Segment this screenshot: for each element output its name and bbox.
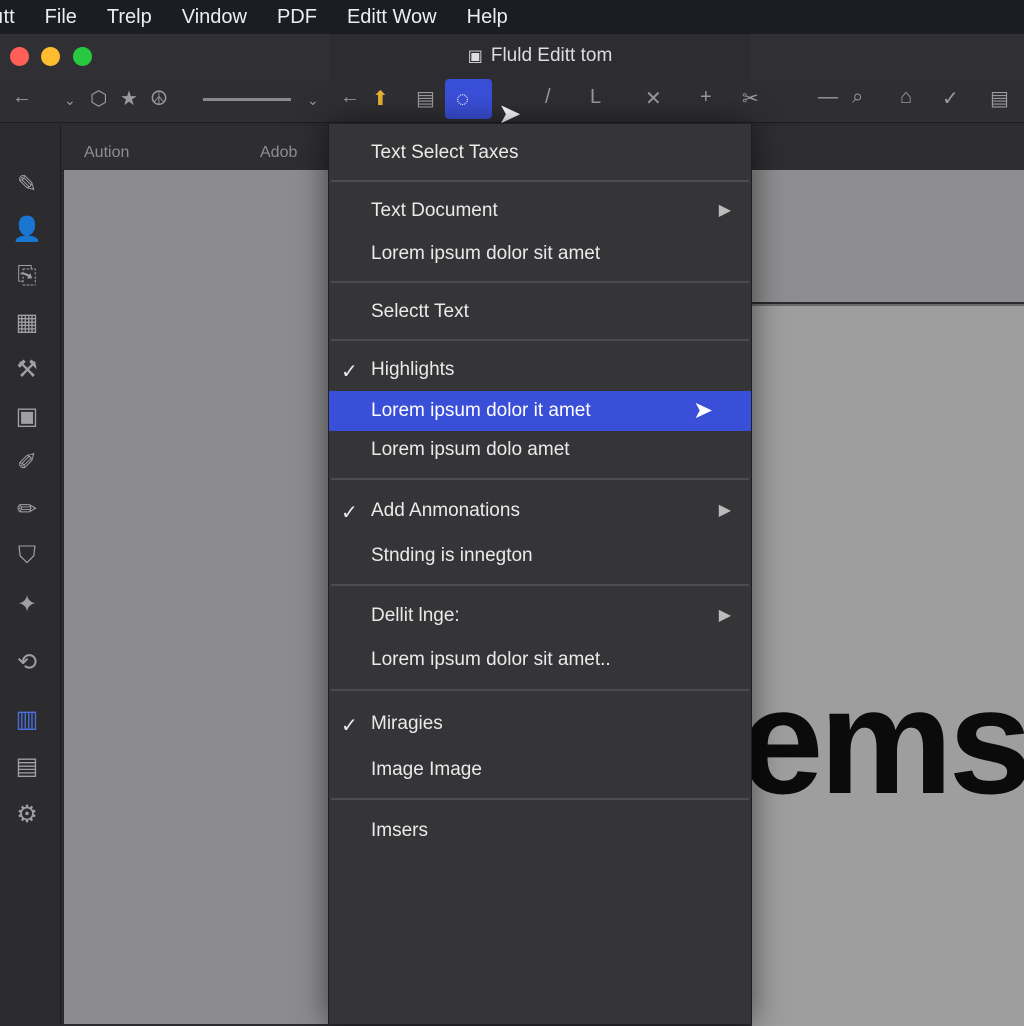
menu-separator [331,180,749,182]
menu-window[interactable]: Vindow [182,6,247,29]
menu-separator [331,339,749,341]
menu-pdf[interactable]: PDF [277,6,317,29]
document-heading-text: ems [740,657,1024,825]
star-tool-icon[interactable]: ★ [120,86,138,111]
menu-item-label: Text Document [371,200,498,221]
columns-icon[interactable]: ▥ [12,705,42,735]
note-icon[interactable]: ▤ [990,86,1009,111]
comment-icon[interactable]: ▤ [416,86,435,111]
document-canvas-left [64,170,330,1024]
submenu-arrow-icon: ▶ [718,502,731,519]
line-tool-icon[interactable]: / [545,86,551,109]
menu-trelp[interactable]: Trelp [107,6,152,29]
grid-icon[interactable]: ▦ [12,308,42,338]
pencil-icon[interactable]: ✏ [12,495,42,525]
menu-file[interactable]: File [45,6,77,29]
menu-help[interactable]: Help [467,6,508,29]
menu-item-label: Lorem ipsum dolor it amet [371,400,591,421]
plus-tool-icon[interactable]: + [700,86,712,109]
menu-item-label: Text Select Taxes [371,142,519,163]
lasso-select-tool-button[interactable]: ◌ [445,79,492,119]
upload-icon[interactable]: ⬆ [372,86,389,111]
minus-icon[interactable]: — [818,86,838,109]
menu-item-label: Image Image [371,759,482,780]
menu-edit-view[interactable]: Editt Wow [347,6,437,29]
peace-tool-icon[interactable]: ☮ [150,86,168,111]
briefcase-icon: ▣ [467,48,483,65]
minimize-window-button[interactable] [41,47,60,66]
back-arrow-icon[interactable]: ← [12,86,32,109]
ruler-right-label: Adob [260,144,298,161]
checkmark-icon: ✓ [341,715,358,737]
menu-separator [331,798,749,800]
back-arrow-icon[interactable]: ← [340,86,360,109]
menu-item-label: Add Anmonations [371,500,520,521]
menu-item-label: Selectt Text [371,301,469,322]
dropdown-header: ▣ Fluld Editt tom [330,34,750,78]
submenu-arrow-icon: ▶ [718,607,731,624]
checkmark-icon: ✓ [341,361,358,383]
menu-item-label: Lorem ipsum dolor sit amet [371,243,601,264]
lasso-icon: ◌ [456,86,470,111]
menu-item-label: Stnding is innegton [371,545,533,566]
context-menu: Text Select Taxes Text Document ▶ Lorem … [328,124,752,1024]
menu-app[interactable]: ıtt [0,6,15,29]
mouse-cursor-icon: ➤ [693,397,714,424]
menu-item-label: Imsers [371,820,428,841]
tools-panel [0,126,61,1024]
submenu-arrow-icon: ▶ [718,202,731,219]
hammer-icon[interactable]: ⚒ [12,355,42,385]
brush-icon[interactable]: ✐ [12,448,42,478]
search-icon[interactable]: ⌕ [852,86,863,109]
menu-item-label: Lorem ipsum dolo amet [371,439,570,460]
dropdown-title: Fluld Editt tom [490,45,613,66]
stamp-icon[interactable]: ⎘ [12,262,42,292]
menu-item-label: Miragies [371,713,443,734]
menu-item-lorem-highlighted[interactable]: Lorem ipsum dolor it amet ➤ [329,391,751,431]
note-icon[interactable]: ▤ [12,752,42,782]
pen-tool-icon[interactable]: ✎ [12,170,42,200]
fill-icon[interactable]: ⛉ [12,542,42,572]
menu-item-label: Highlights [371,359,455,380]
cross-tool-icon[interactable]: ✕ [645,86,662,111]
crop-icon[interactable]: ⌂ [900,86,912,109]
checkmark-icon: ✓ [341,502,358,524]
menu-item-label: Dellit lnge: [371,605,460,626]
polygon-tool-icon[interactable]: ⬡ [90,86,107,111]
chevron-down-icon[interactable]: ⌄ [64,92,76,109]
close-window-button[interactable] [10,47,29,66]
rotate-icon[interactable]: ⟲ [12,648,42,678]
scissors-icon[interactable]: ✂ [742,86,759,111]
menu-separator [331,584,749,586]
menu-separator [331,281,749,283]
menu-separator [331,478,749,480]
menu-item-label: Lorem ipsum dolor sit amet.. [371,649,611,670]
document-canvas-top [752,170,1024,302]
checkmark-icon[interactable]: ✓ [942,86,959,111]
user-icon[interactable]: 👤 [12,215,42,245]
zoom-window-button[interactable] [73,47,92,66]
angle-tool-icon[interactable]: L [590,86,601,109]
chevron-down-icon[interactable]: ⌄ [307,92,319,109]
gear-icon[interactable]: ⚙ [12,800,42,830]
stroke-width-slider[interactable] [203,98,291,101]
ruler-left-label: Aution [84,144,130,161]
menu-bar: ıtt File Trelp Vindow PDF Editt Wow Help [0,0,1024,34]
form-icon[interactable]: ▣ [12,402,42,432]
magic-wand-icon[interactable]: ✦ [12,590,42,620]
menu-separator [331,689,749,691]
